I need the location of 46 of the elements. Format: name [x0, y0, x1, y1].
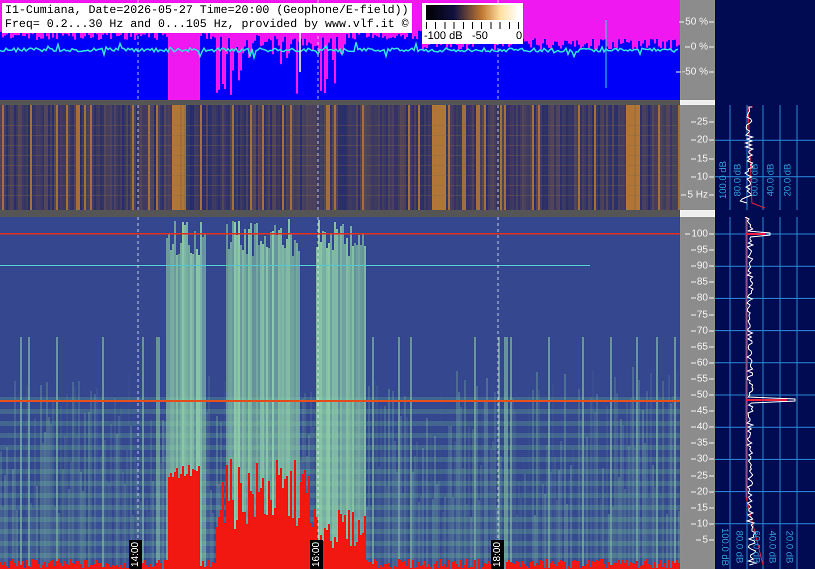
axis-label: 25: [696, 116, 708, 128]
axis-label: 65: [696, 341, 708, 352]
axis-label: -50 %: [682, 66, 708, 78]
axis-label: 10: [696, 171, 708, 182]
scale-label: 40.0 dB: [766, 530, 777, 564]
scale-label: 100.0 dB: [719, 528, 730, 566]
axis-label: 100: [691, 228, 708, 240]
axis-label: 20: [696, 134, 708, 146]
axis-label: 0 %: [690, 42, 708, 52]
axis-label: 15: [696, 153, 708, 164]
axis-label: 40: [696, 422, 708, 433]
scale-label: 60.0 dB: [750, 530, 760, 564]
scale-label: 20.0 dB: [784, 164, 794, 196]
scale-label: 60.0 dB: [750, 164, 760, 196]
scale-label: 20.0 dB: [784, 530, 794, 564]
scale-label: 80.0 dB: [733, 164, 744, 196]
time-label: 16:00: [310, 540, 324, 569]
axis-label: 15: [696, 502, 708, 514]
time-label: 14:00: [129, 540, 142, 569]
scale-label: 100.0 dB: [719, 160, 730, 200]
axis-label: 50 %: [685, 16, 708, 28]
time-label: 18:00: [491, 540, 504, 569]
scale-label: -50: [472, 30, 488, 42]
axis-label: 5: [702, 534, 708, 546]
axis-label: 70: [696, 325, 708, 336]
scale-label: 80.0 dB: [733, 530, 744, 564]
axis-label: 50: [696, 390, 708, 400]
axis-label: 95: [696, 244, 708, 256]
axis-label: 60: [696, 357, 708, 368]
axis-label: 25: [696, 470, 708, 481]
axis-label: 35: [696, 438, 708, 449]
axis-label: 80: [696, 292, 708, 304]
axis-label: 30: [696, 454, 708, 465]
axis-label: 75: [696, 309, 708, 320]
axis-label: 20: [696, 486, 708, 498]
axis-label: 45: [696, 406, 708, 417]
scale-label: -100 dB: [424, 30, 463, 42]
axis-label: 90: [696, 260, 708, 272]
station-title: I1-Cumiana, Date=2026-05-27 Time=20:00 (Geophone/E-field)): [5, 4, 409, 18]
axis-label: 55: [696, 373, 708, 384]
axis-label: 10: [696, 518, 708, 530]
axis-label: 5 Hz: [687, 190, 708, 200]
scale-label: 40.0 dB: [766, 164, 777, 196]
axis-label: 85: [696, 276, 708, 288]
scale-label: 0: [516, 30, 522, 42]
frequency-caption: Freq= 0.2...30 Hz and 0...105 Hz, provided by www.vlf.it ©: [5, 18, 409, 32]
